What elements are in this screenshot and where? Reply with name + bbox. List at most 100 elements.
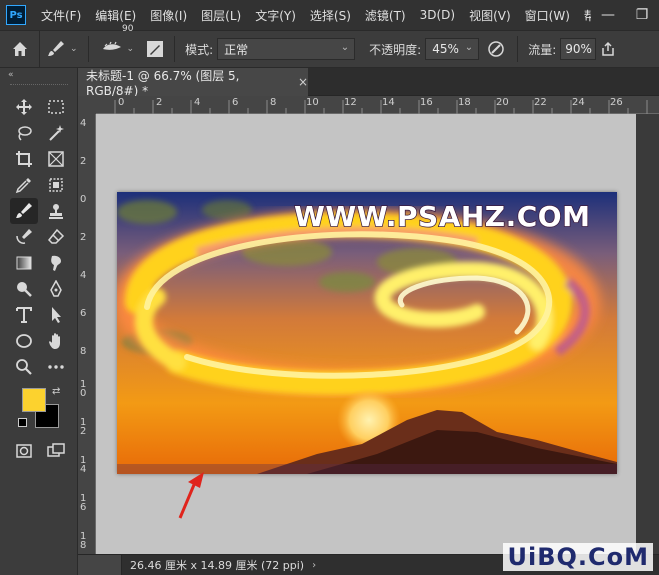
menu-file[interactable]: 文件(F) (34, 7, 88, 24)
crop-tool[interactable] (10, 146, 38, 172)
gradient-tool[interactable] (10, 250, 38, 276)
document-tab-strip: 未标题-1 @ 66.7% (图层 5, RGB/8#) * × (78, 68, 659, 98)
eraser-tool[interactable] (42, 224, 70, 250)
window-controls: — ❐ (591, 0, 659, 30)
minimize-button[interactable]: — (591, 7, 625, 23)
clone-stamp-tool[interactable] (42, 198, 70, 224)
ruler-h-label: 2 (156, 97, 163, 108)
move-icon (16, 99, 32, 115)
ruler-h-label: 6 (232, 97, 239, 108)
menu-image[interactable]: 图像(I) (143, 7, 194, 24)
ruler-v-label: 1 4 (80, 455, 87, 475)
edit-toolbar-button[interactable] (42, 354, 70, 380)
history-brush-tool[interactable] (10, 224, 38, 250)
more-icon (48, 365, 64, 369)
ruler-v-label: 1 2 (80, 417, 87, 437)
menu-select[interactable]: 选择(S) (303, 7, 358, 24)
opacity-input[interactable]: 45% ⌄ (425, 38, 480, 60)
ruler-h-label: 20 (496, 97, 509, 108)
zoom-icon (16, 359, 32, 375)
opacity-value: 45% (432, 42, 459, 56)
ruler-h-label: 22 (534, 97, 547, 108)
photoshop-logo: Ps (6, 5, 26, 25)
smudge-icon (51, 255, 61, 271)
menu-filter[interactable]: 滤镜(T) (358, 7, 413, 24)
screen-mode-icon (47, 443, 65, 457)
ruler-h-label: 14 (382, 97, 395, 108)
pressure-opacity-toggle[interactable] (479, 31, 513, 67)
eyedropper-tool[interactable] (10, 172, 38, 198)
screen-mode-button[interactable] (42, 438, 70, 464)
smudge-tool[interactable] (42, 250, 70, 276)
watermark-text: WWW.PSAHZ.COM (293, 199, 591, 234)
pen-tool[interactable] (42, 276, 70, 302)
menu-bar: Ps 文件(F) 编辑(E) 图像(I) 图层(L) 文字(Y) 选择(S) 滤… (0, 0, 659, 30)
annotation-arrow-icon (178, 472, 204, 519)
panel-grip[interactable] (10, 84, 68, 87)
menu-layer[interactable]: 图层(L) (194, 7, 248, 24)
vertical-ruler[interactable]: 4 2 0 2 4 6 8 1 0 1 2 1 4 1 6 1 8 (78, 114, 96, 554)
type-tool[interactable] (10, 302, 38, 328)
document-tab-title: 未标题-1 @ 66.7% (图层 5, RGB/8#) * (86, 68, 240, 98)
flow-value: 90% (565, 42, 592, 56)
ruler-h-label: 10 (306, 97, 319, 108)
document-canvas[interactable] (117, 192, 617, 474)
move-tool[interactable] (10, 94, 38, 120)
collapse-panel-icon[interactable]: « (8, 70, 13, 80)
dodge-tool[interactable] (10, 276, 38, 302)
chevron-down-icon: ⌄ (70, 44, 78, 54)
tool-preset-picker[interactable]: ⌄ (40, 31, 84, 67)
ruler-h-label: 8 (270, 97, 277, 108)
chevron-down-icon: ⌄ (126, 44, 135, 54)
mode-select[interactable]: 正常 ⌄ (217, 38, 356, 60)
flow-input[interactable]: 90% (560, 38, 597, 60)
home-icon (12, 42, 27, 56)
toggle-brush-panel-icon (147, 41, 164, 57)
status-menu-chevron-icon[interactable]: › (312, 560, 316, 571)
menu-3d[interactable]: 3D(D) (413, 8, 462, 22)
menu-type[interactable]: 文字(Y) (248, 7, 303, 24)
close-tab-icon[interactable]: × (298, 75, 308, 89)
menu-window[interactable]: 窗口(W) (518, 7, 577, 24)
swap-colors-icon[interactable]: ⇄ (52, 386, 60, 397)
divider (87, 36, 89, 62)
restore-button[interactable]: ❐ (625, 7, 659, 23)
artwork-image (117, 192, 617, 474)
document-tab[interactable]: 未标题-1 @ 66.7% (图层 5, RGB/8#) * × (78, 68, 308, 98)
menu-view[interactable]: 视图(V) (462, 7, 518, 24)
zoom-level-field[interactable] (78, 554, 122, 575)
zoom-tool[interactable] (10, 354, 38, 380)
foreground-color-swatch[interactable] (22, 388, 46, 412)
marquee-tool[interactable] (42, 94, 70, 120)
ruler-v-label: 2 (80, 156, 87, 167)
vertical-scrollbar[interactable] (636, 114, 659, 554)
quick-mask-button[interactable] (10, 438, 38, 464)
ruler-v-label: 4 (80, 270, 87, 281)
lasso-tool[interactable] (10, 120, 38, 146)
ruler-origin[interactable] (78, 96, 96, 114)
type-icon (16, 307, 32, 323)
hand-icon (49, 333, 60, 349)
brush-preset-picker[interactable]: ⌄ (93, 31, 141, 67)
home-button[interactable] (0, 31, 40, 67)
dodge-icon (17, 282, 32, 297)
ellipse-tool[interactable] (10, 328, 38, 354)
chevron-down-icon: ⌄ (464, 42, 474, 53)
path-selection-tool[interactable] (42, 302, 70, 328)
patch-tool[interactable] (42, 172, 70, 198)
toggle-brush-panel[interactable] (140, 31, 170, 67)
ruler-h-label: 18 (458, 97, 471, 108)
default-colors-icon[interactable] (18, 418, 27, 427)
menu-edit[interactable]: 编辑(E) (88, 7, 143, 24)
ruler-h-label: 4 (194, 97, 201, 108)
pen-icon (50, 280, 62, 297)
hand-tool[interactable] (42, 328, 70, 354)
share-button[interactable] (596, 31, 620, 67)
ruler-v-label: 0 (80, 194, 87, 205)
frame-tool[interactable] (42, 146, 70, 172)
patch-icon (49, 178, 63, 192)
magic-wand-tool[interactable] (42, 120, 70, 146)
brush-tool[interactable] (10, 198, 38, 224)
brush-size-value: 90 (122, 24, 134, 34)
horizontal-ruler[interactable]: 0 2 4 6 8 10 12 14 16 18 20 22 24 26 (96, 96, 659, 114)
